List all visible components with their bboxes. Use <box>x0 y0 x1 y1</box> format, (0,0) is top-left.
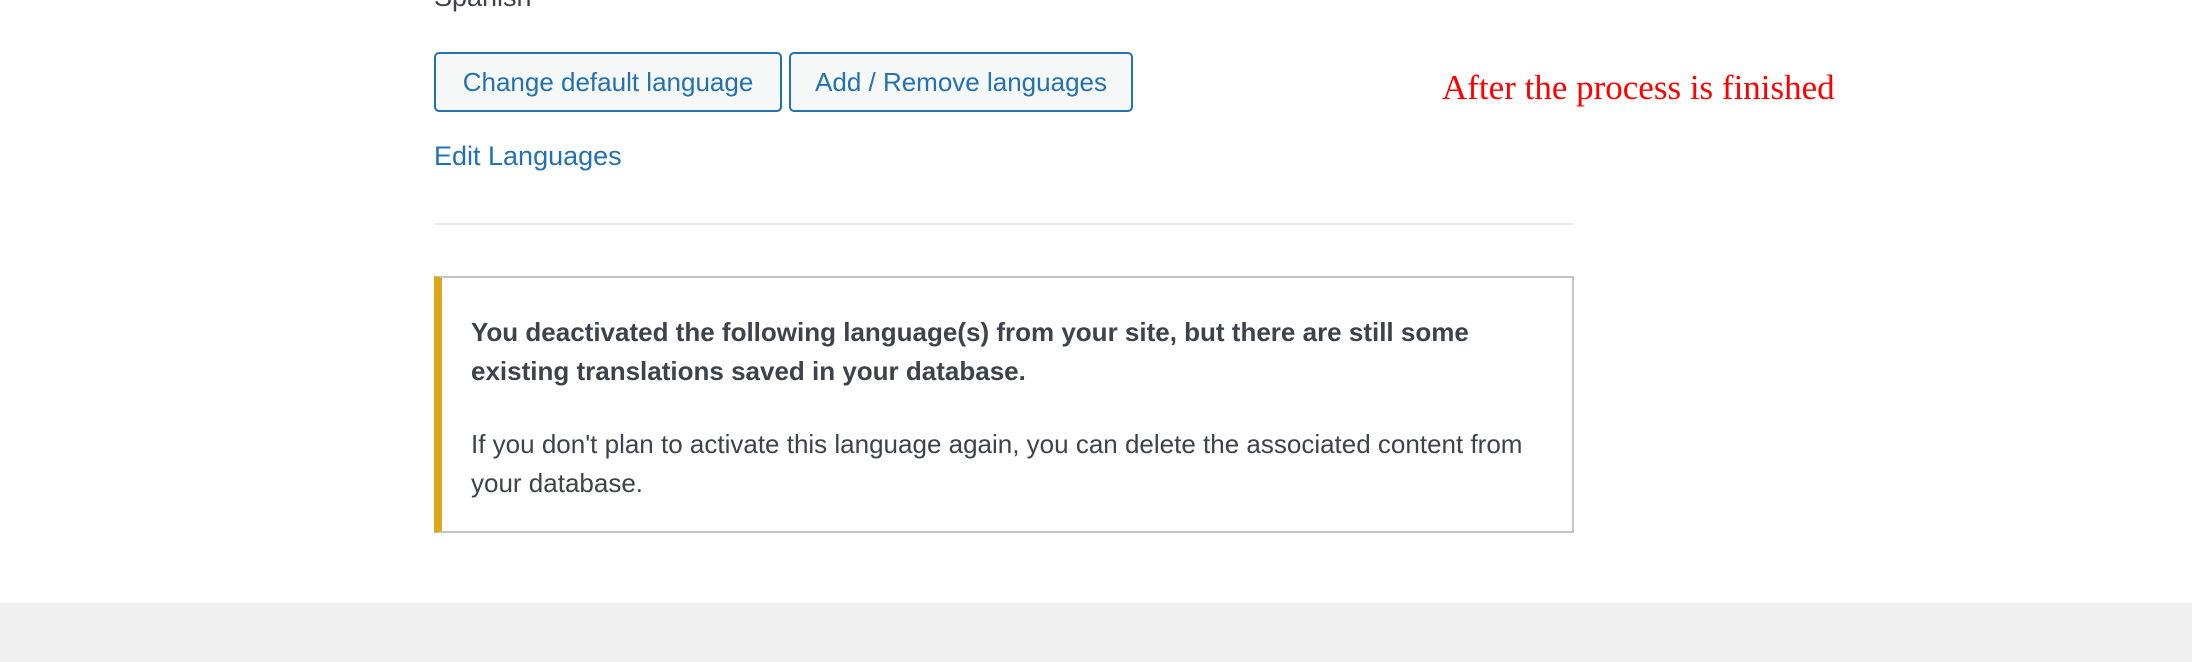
add-remove-languages-button[interactable]: Add / Remove languages <box>789 52 1133 112</box>
admin-footer <box>0 603 2192 662</box>
notice-body: If you don't plan to activate this langu… <box>471 429 1523 498</box>
change-default-language-button[interactable]: Change default language <box>434 52 782 112</box>
notice-title: You deactivated the following language(s… <box>471 317 1469 386</box>
language-name: Spanish <box>434 0 532 11</box>
annotation-text: After the process is finished <box>1442 68 1835 107</box>
edit-languages-link[interactable]: Edit Languages <box>434 141 622 172</box>
deactivated-languages-notice: You deactivated the following language(s… <box>434 276 1574 533</box>
section-divider <box>434 223 1574 225</box>
